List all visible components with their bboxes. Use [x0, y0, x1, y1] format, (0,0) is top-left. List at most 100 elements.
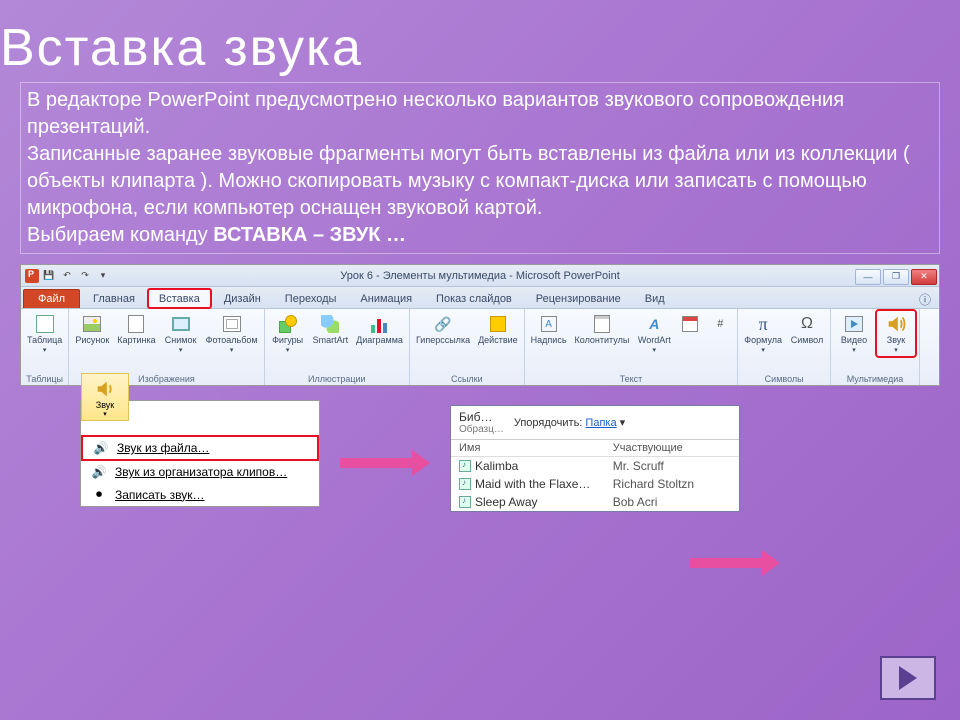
file-row[interactable]: Sleep Away Bob Acri	[451, 493, 739, 511]
col-name[interactable]: Имя	[459, 442, 613, 454]
tab-animation[interactable]: Анимация	[349, 289, 423, 308]
tab-transitions[interactable]: Переходы	[274, 289, 348, 308]
screenshot-icon	[172, 317, 190, 331]
group-media-label: Мультимедиа	[835, 373, 915, 385]
btn-textbox-label: Надпись	[531, 336, 567, 345]
chart-icon	[371, 315, 389, 333]
btn-clipart-label: Картинка	[117, 336, 155, 345]
body-paragraph-3: Выбираем команду ВСТАВКА – ЗВУК …	[27, 222, 933, 249]
btn-wordart[interactable]: AWordArt▾	[635, 311, 673, 356]
file-sort[interactable]: Упорядочить: Папка ▾	[514, 416, 625, 429]
group-text-label: Текст	[529, 373, 734, 385]
chevron-down-icon: ▾	[852, 346, 856, 354]
window-minimize-button[interactable]: —	[855, 269, 881, 285]
video-icon	[845, 316, 863, 332]
body-text-frame: В редакторе PowerPoint предусмотрено нес…	[20, 82, 940, 254]
btn-screenshot-label: Снимок	[165, 336, 197, 345]
tab-slideshow[interactable]: Показ слайдов	[425, 289, 523, 308]
menu-sound-from-file[interactable]: 🔊 Звук из файла…	[81, 435, 319, 461]
qat-redo-icon[interactable]: ↷	[77, 268, 93, 284]
btn-smartart-label: SmartArt	[313, 336, 349, 345]
window-close-button[interactable]: ✕	[911, 269, 937, 285]
window-controls: — ❐ ✕	[855, 267, 939, 285]
btn-chart[interactable]: Диаграмма	[354, 311, 405, 347]
btn-textbox[interactable]: AНадпись	[529, 311, 569, 347]
qat-save-icon[interactable]: 💾	[41, 268, 57, 284]
btn-datetime[interactable]	[677, 311, 703, 337]
btn-table[interactable]: Таблица ▾	[25, 311, 64, 356]
col-artist[interactable]: Участвующие	[613, 442, 731, 454]
tab-insert[interactable]: Вставка	[148, 289, 211, 308]
btn-video[interactable]: Видео▾	[835, 311, 873, 356]
btn-equation-label: Формула	[744, 336, 782, 345]
window-titlebar: 💾 ↶ ↷ ▾ Урок 6 - Элементы мультимедиа - …	[21, 265, 939, 287]
qat-undo-icon[interactable]: ↶	[59, 268, 75, 284]
file-location-main: Биб…	[459, 410, 492, 424]
btn-clipart[interactable]: Картинка	[115, 311, 157, 347]
btn-action-label: Действие	[478, 336, 518, 345]
btn-photoalbum[interactable]: Фотоальбом▾	[204, 311, 260, 356]
powerpoint-ribbon: 💾 ↶ ↷ ▾ Урок 6 - Элементы мультимедиа - …	[20, 264, 940, 386]
play-icon	[899, 666, 917, 690]
tab-design[interactable]: Дизайн	[213, 289, 272, 308]
chevron-down-icon: ▾	[103, 410, 107, 418]
btn-shapes-label: Фигуры	[272, 336, 303, 345]
menu-record-sound[interactable]: ⏺ Записать звук…	[81, 483, 319, 506]
chevron-down-icon: ▾	[894, 346, 898, 354]
tab-view[interactable]: Вид	[634, 289, 676, 308]
btn-chart-label: Диаграмма	[356, 336, 403, 345]
app-logo-icon	[25, 269, 39, 283]
group-illustrations-label: Иллюстрации	[269, 373, 405, 385]
btn-hyperlink[interactable]: 🔗Гиперссылка	[414, 311, 472, 347]
btn-headerfooter-label: Колонтитулы	[575, 336, 630, 345]
next-slide-button[interactable]	[880, 656, 936, 700]
speaker-icon: 🔊	[91, 465, 107, 479]
help-icon[interactable]: ⓘ	[919, 291, 931, 308]
file-row[interactable]: Maid with the Flaxe… Richard Stoltzn	[451, 475, 739, 493]
tab-review[interactable]: Рецензирование	[525, 289, 632, 308]
file-name: Sleep Away	[475, 495, 538, 509]
btn-slidenum[interactable]: #	[707, 311, 733, 337]
btn-sound-label: Звук	[887, 336, 905, 345]
btn-smartart[interactable]: SmartArt	[311, 311, 351, 347]
file-sort-label: Упорядочить:	[514, 417, 583, 429]
file-name: Maid with the Flaxe…	[475, 477, 590, 491]
audio-file-icon	[459, 460, 471, 472]
btn-equation[interactable]: πФормула▾	[742, 311, 784, 356]
menu-sound-from-organizer[interactable]: 🔊 Звук из организатора клипов…	[81, 461, 319, 483]
slidenumber-icon: #	[709, 313, 731, 335]
btn-screenshot[interactable]: Снимок▾	[162, 311, 200, 356]
btn-symbol[interactable]: ΩСимвол	[788, 311, 826, 347]
group-symbols: πФормула▾ ΩСимвол Символы	[738, 309, 831, 385]
ribbon-body: Таблица ▾ Таблицы Рисунок Картинка Снимо…	[21, 309, 939, 385]
menu-sound-from-file-label: Звук из файла…	[117, 441, 209, 455]
file-row[interactable]: Kalimba Mr. Scruff	[451, 457, 739, 475]
btn-shapes[interactable]: Фигуры▾	[269, 311, 307, 356]
btn-hyperlink-label: Гиперссылка	[416, 336, 470, 345]
ribbon-tabs: Файл Главная Вставка Дизайн Переходы Ани…	[21, 287, 939, 309]
speaker-icon: 🔊	[93, 441, 109, 455]
window-restore-button[interactable]: ❐	[883, 269, 909, 285]
wordart-icon: A	[643, 313, 665, 335]
tab-home[interactable]: Главная	[82, 289, 146, 308]
tab-file[interactable]: Файл	[23, 289, 80, 308]
btn-action[interactable]: Действие	[476, 311, 520, 347]
btn-picture[interactable]: Рисунок	[73, 311, 111, 347]
sound-dropdown-menu: Звук ▾ 🔊 Звук из файла… 🔊 Звук из органи…	[80, 400, 320, 507]
btn-sound[interactable]: Звук ▾	[877, 311, 915, 356]
file-artist: Mr. Scruff	[613, 459, 731, 473]
group-symbols-label: Символы	[742, 373, 826, 385]
equation-icon: π	[752, 313, 774, 335]
btn-headerfooter[interactable]: Колонтитулы	[573, 311, 632, 347]
body-paragraph-2: Записанные заранее звуковые фрагменты мо…	[27, 141, 933, 222]
qat-dropdown-icon[interactable]: ▾	[95, 268, 111, 284]
window-title: Урок 6 - Элементы мультимедиа - Microsof…	[21, 270, 939, 282]
table-icon	[36, 315, 54, 333]
group-text: AНадпись Колонтитулы AWordArt▾ # Текст	[525, 309, 739, 385]
body-paragraph-3-lead: Выбираем команду	[27, 224, 213, 246]
chevron-down-icon: ▾	[179, 346, 183, 354]
file-name: Kalimba	[475, 459, 518, 473]
smartart-icon	[321, 315, 339, 333]
sound-dropdown-header[interactable]: Звук ▾	[81, 373, 129, 421]
group-illustrations: Фигуры▾ SmartArt Диаграмма Иллюстрации	[265, 309, 410, 385]
